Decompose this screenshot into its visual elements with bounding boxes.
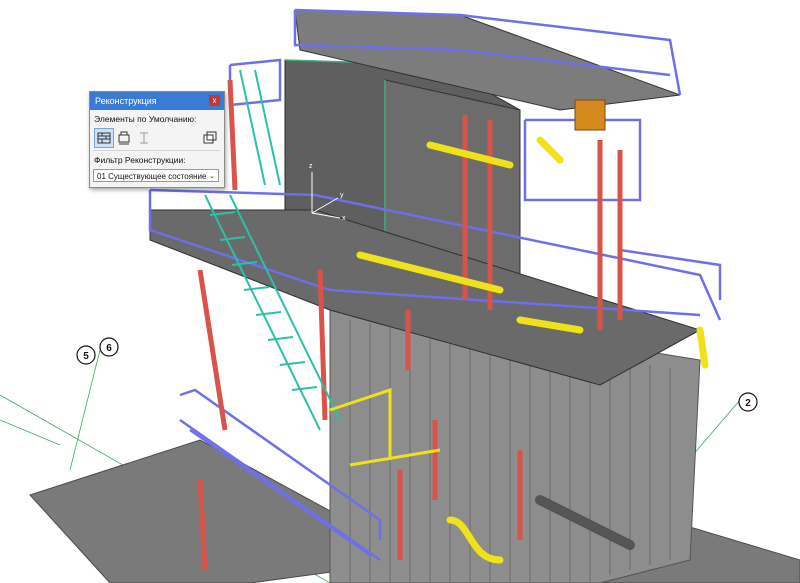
new-elements-button[interactable]	[134, 128, 154, 148]
palette-title: Реконструкция	[95, 96, 157, 106]
svg-text:5: 5	[83, 351, 89, 362]
filter-value: 01 Существующее состояние	[97, 172, 207, 181]
palette-titlebar[interactable]: Реконструкция x	[90, 92, 224, 110]
svg-text:2: 2	[745, 398, 751, 409]
demolish-button[interactable]	[114, 128, 134, 148]
chevron-down-icon: ⌄	[209, 173, 215, 180]
new-element-icon	[140, 132, 148, 144]
axis-y-label: y	[340, 192, 344, 199]
show-all-icon	[203, 131, 217, 144]
palette-divider	[93, 150, 220, 151]
filter-select[interactable]: 01 Существующее состояние ⌄	[93, 169, 219, 182]
default-elements-label: Элементы по Умолчанию:	[94, 114, 197, 124]
grid-marker-5[interactable]: 5	[76, 345, 96, 365]
svg-text:6: 6	[106, 343, 112, 354]
axis-z-label: z	[309, 163, 313, 170]
axis-x-label: x	[342, 215, 346, 222]
demolish-icon	[118, 131, 130, 145]
grid-marker-6[interactable]: 6	[99, 337, 119, 357]
close-icon[interactable]: x	[209, 95, 220, 106]
existing-elements-button[interactable]	[94, 128, 114, 148]
existing-wall-icon	[97, 132, 111, 144]
show-all-button[interactable]	[200, 128, 220, 148]
filter-label: Фильтр Реконструкции:	[94, 155, 186, 165]
reconstruction-palette[interactable]: Реконструкция x Элементы по Умолчанию: Ф…	[89, 91, 225, 188]
3d-viewport[interactable]: z x y 5 6 2	[0, 0, 800, 583]
grid-marker-2[interactable]: 2	[738, 392, 758, 412]
